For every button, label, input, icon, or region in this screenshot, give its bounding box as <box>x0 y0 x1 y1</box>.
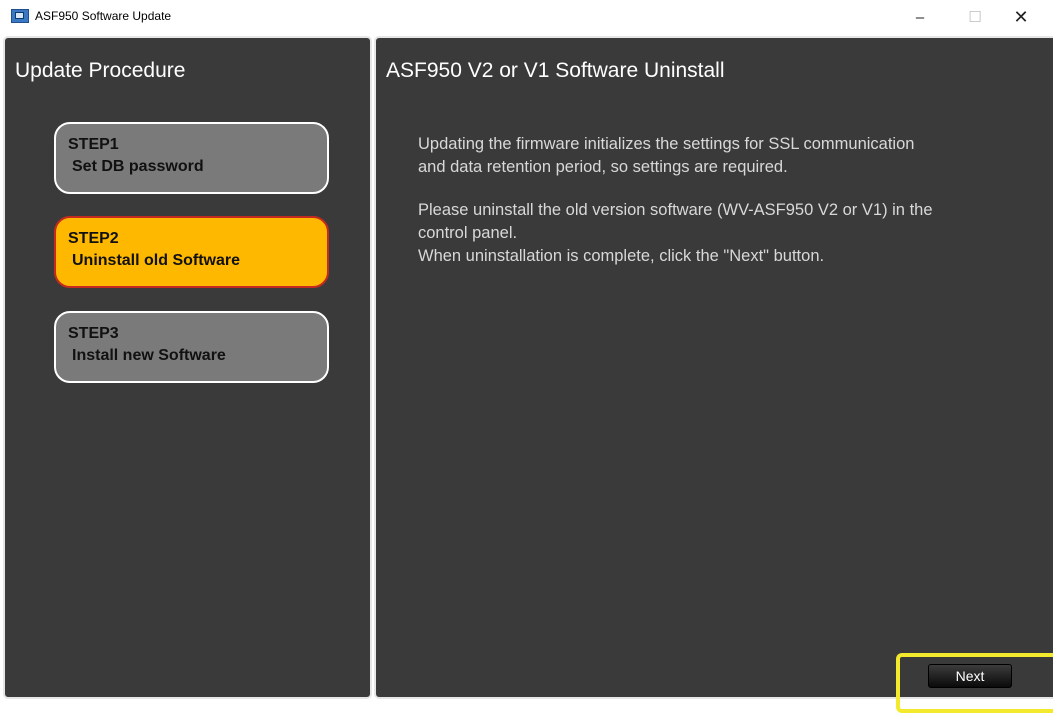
step1-description: Set DB password <box>72 158 204 175</box>
app-icon <box>11 9 29 23</box>
step1-item: STEP1 Set DB password <box>54 122 329 194</box>
window-title: ASF950 Software Update <box>35 9 172 23</box>
procedure-panel: Update Procedure STEP1 Set DB password S… <box>3 36 372 699</box>
step3-item: STEP3 Install new Software <box>54 311 329 383</box>
close-button[interactable]: ✕ <box>998 0 1044 34</box>
update-window: ASF950 Software Update – ☐ ✕ Update Proc… <box>0 0 1053 717</box>
instruction-line: and data retention period, so settings a… <box>418 158 788 176</box>
step2-description: Uninstall old Software <box>72 252 241 269</box>
instruction-line: Please uninstall the old version softwar… <box>418 201 933 219</box>
content-title: ASF950 V2 or V1 Software Uninstall <box>386 59 725 82</box>
step2-item: STEP2 Uninstall old Software <box>54 216 329 288</box>
content-panel: ASF950 V2 or V1 Software Uninstall Updat… <box>374 36 1053 699</box>
instruction-line: When uninstallation is complete, click t… <box>418 247 825 265</box>
step3-label: STEP3 <box>68 325 119 342</box>
instruction-line: Updating the firmware initializes the se… <box>418 135 915 153</box>
step3-description: Install new Software <box>72 347 226 364</box>
minimize-button[interactable]: – <box>897 0 943 34</box>
title-bar: ASF950 Software Update – ☐ ✕ <box>0 0 1053 34</box>
next-button[interactable]: Next <box>928 664 1012 688</box>
maximize-button[interactable]: ☐ <box>952 0 998 34</box>
instruction-line: control panel. <box>418 224 518 242</box>
step1-label: STEP1 <box>68 136 119 153</box>
instruction-paragraph-2: Please uninstall the old version softwar… <box>418 199 1028 268</box>
step2-label: STEP2 <box>68 230 119 247</box>
instruction-paragraph-1: Updating the firmware initializes the se… <box>418 133 1028 179</box>
instructions: Updating the firmware initializes the se… <box>418 133 1028 288</box>
procedure-title: Update Procedure <box>15 59 186 82</box>
